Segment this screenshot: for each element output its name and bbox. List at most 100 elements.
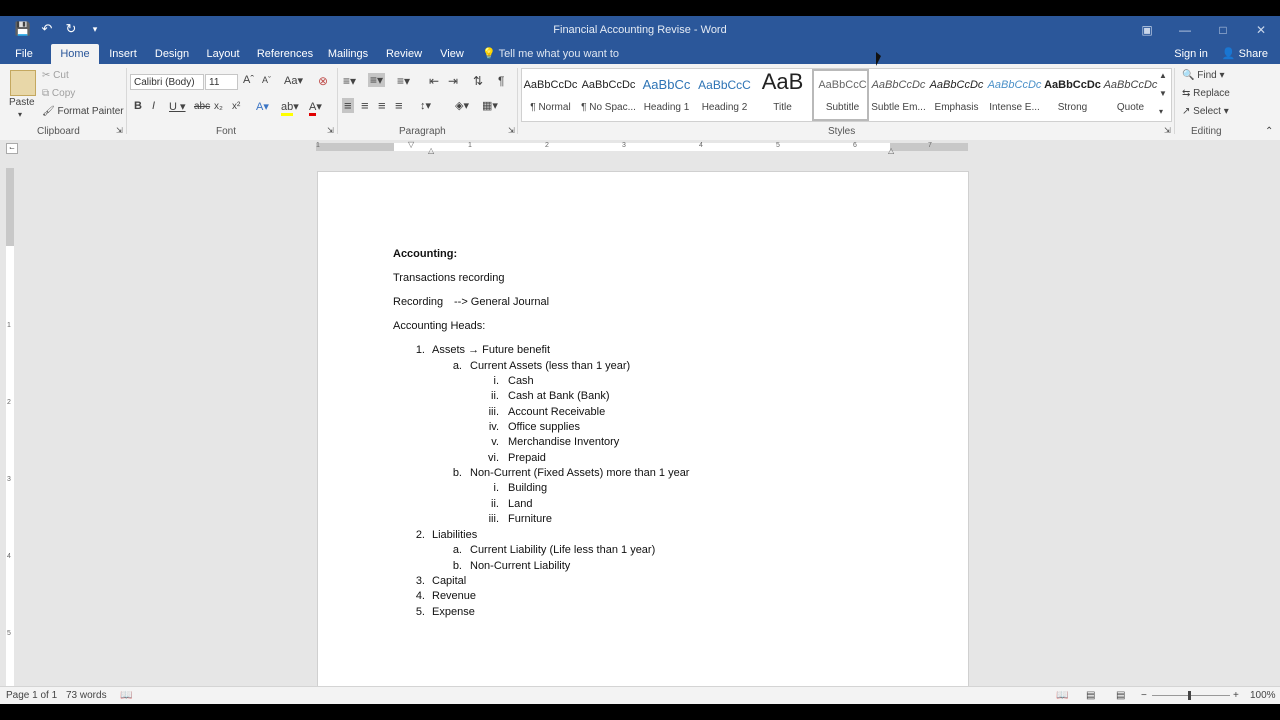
- tab-mailings[interactable]: Mailings: [324, 44, 372, 64]
- subscript-icon[interactable]: x₂: [214, 101, 223, 112]
- bullets-icon[interactable]: ≡▾: [343, 74, 356, 88]
- proofing-icon[interactable]: 📖: [120, 690, 132, 701]
- list-item: Office supplies: [508, 421, 580, 433]
- shrink-font-icon[interactable]: Aˇ: [262, 75, 271, 85]
- ruler-label: 1: [7, 322, 11, 329]
- increase-indent-icon[interactable]: ⇥: [448, 74, 458, 88]
- tab-insert[interactable]: Insert: [104, 44, 142, 64]
- bold-icon[interactable]: B: [134, 100, 142, 112]
- style-normal[interactable]: AaBbCcDc ¶ Normal: [522, 69, 579, 121]
- line-spacing-icon[interactable]: ↕▾: [420, 99, 431, 112]
- multilevel-list-icon[interactable]: ≡▾: [397, 74, 410, 88]
- format-painter-button[interactable]: 🖌 Format Painter: [42, 106, 124, 117]
- tab-design[interactable]: Design: [150, 44, 194, 64]
- align-left-icon[interactable]: ≡: [342, 98, 354, 113]
- zoom-slider[interactable]: [1152, 695, 1230, 696]
- ribbon-display-options-icon[interactable]: ▣: [1128, 16, 1166, 44]
- align-right-icon[interactable]: ≡: [378, 98, 386, 113]
- zoom-level[interactable]: 100%: [1250, 690, 1276, 701]
- sort-icon[interactable]: ⇅: [473, 74, 483, 88]
- underline-icon[interactable]: U ▾: [169, 100, 186, 113]
- vertical-ruler[interactable]: 1 2 3 4 5: [6, 168, 14, 686]
- tab-selector-icon[interactable]: ⌙: [6, 143, 18, 154]
- shading-icon[interactable]: ◈▾: [455, 99, 469, 112]
- web-layout-icon[interactable]: ▤: [1116, 690, 1125, 701]
- tab-layout[interactable]: Layout: [202, 44, 244, 64]
- font-color-icon[interactable]: A▾: [309, 100, 322, 116]
- font-name-box[interactable]: Calibri (Body): [130, 74, 204, 90]
- grow-font-icon[interactable]: Aˆ: [243, 74, 254, 86]
- replace-button[interactable]: ⇆ Replace: [1182, 88, 1230, 99]
- styles-more-icon[interactable]: ▾: [1159, 107, 1163, 116]
- strikethrough-icon[interactable]: abc: [194, 101, 210, 112]
- tab-view[interactable]: View: [436, 44, 468, 64]
- right-indent-marker[interactable]: △: [888, 146, 894, 155]
- style-heading-2[interactable]: AaBbCcC Heading 2: [696, 69, 753, 121]
- style-name: Subtitle: [825, 102, 860, 113]
- highlight-icon[interactable]: ab▾: [281, 100, 299, 116]
- style-subtle-emphasis[interactable]: AaBbCcDc Subtle Em...: [870, 69, 927, 121]
- style-no-spacing[interactable]: AaBbCcDc ¶ No Spac...: [580, 69, 637, 121]
- borders-icon[interactable]: ▦▾: [482, 99, 498, 112]
- select-button[interactable]: ↗ Select ▾: [1182, 106, 1229, 117]
- status-bar: Page 1 of 1 73 words 📖 📖 ▤ ▤ − + 100%: [0, 686, 1280, 705]
- zoom-out-icon[interactable]: −: [1141, 690, 1147, 701]
- style-subtitle[interactable]: AaBbCcC Subtitle: [812, 69, 869, 121]
- share-button[interactable]: 👤 Share: [1222, 44, 1268, 64]
- tab-references[interactable]: References: [254, 44, 316, 64]
- align-center-icon[interactable]: ≡: [361, 98, 369, 113]
- superscript-icon[interactable]: x²: [232, 101, 240, 112]
- paste-button[interactable]: Paste: [9, 97, 35, 108]
- styles-launcher-icon[interactable]: ⇲: [1164, 126, 1171, 135]
- page-count[interactable]: Page 1 of 1: [6, 690, 57, 701]
- justify-icon[interactable]: ≡: [395, 98, 403, 113]
- list-marker: a.: [452, 544, 462, 556]
- close-icon[interactable]: ✕: [1242, 16, 1280, 44]
- collapse-ribbon-icon[interactable]: ⌃: [1265, 126, 1273, 137]
- style-name: Strong: [1057, 102, 1088, 113]
- change-case-icon[interactable]: Aa▾: [284, 74, 303, 87]
- paste-dropdown-icon[interactable]: ▾: [18, 110, 22, 119]
- tell-me-box[interactable]: 💡 Tell me what you want to do...: [482, 44, 632, 80]
- style-emphasis[interactable]: AaBbCcDc Emphasis: [928, 69, 985, 121]
- sign-in-link[interactable]: Sign in: [1174, 44, 1208, 64]
- styles-scroll-up-icon[interactable]: ▲: [1159, 71, 1167, 80]
- zoom-slider-thumb[interactable]: [1188, 691, 1191, 700]
- hanging-indent-marker[interactable]: △: [428, 146, 434, 155]
- style-heading-1[interactable]: AaBbCc Heading 1: [638, 69, 695, 121]
- show-marks-icon[interactable]: ¶: [498, 74, 504, 88]
- style-name: Heading 2: [701, 102, 748, 113]
- share-label: Share: [1238, 48, 1268, 60]
- minimize-icon[interactable]: —: [1166, 16, 1204, 44]
- styles-scroll-down-icon[interactable]: ▼: [1159, 89, 1167, 98]
- font-size-box[interactable]: 11: [205, 74, 238, 90]
- clipboard-launcher-icon[interactable]: ⇲: [116, 126, 123, 135]
- paragraph-launcher-icon[interactable]: ⇲: [508, 126, 515, 135]
- read-mode-icon[interactable]: 📖: [1056, 690, 1068, 701]
- text-effects-icon[interactable]: A▾: [256, 100, 269, 113]
- clear-formatting-icon[interactable]: ⊗: [318, 74, 328, 88]
- list-marker: v.: [491, 436, 499, 448]
- italic-icon[interactable]: I: [152, 100, 155, 112]
- first-line-indent-marker[interactable]: ▽: [408, 140, 414, 149]
- copy-button[interactable]: ⧉ Copy: [42, 88, 75, 99]
- style-strong[interactable]: AaBbCcDc Strong: [1044, 69, 1101, 121]
- paste-clipboard-icon[interactable]: [10, 70, 36, 96]
- font-launcher-icon[interactable]: ⇲: [327, 126, 334, 135]
- tab-home[interactable]: Home: [51, 44, 99, 64]
- tab-file[interactable]: File: [6, 44, 42, 64]
- find-button[interactable]: 🔍 Find ▾: [1182, 70, 1225, 81]
- decrease-indent-icon[interactable]: ⇤: [429, 74, 439, 88]
- maximize-icon[interactable]: □: [1204, 16, 1242, 44]
- print-layout-icon[interactable]: ▤: [1086, 690, 1095, 701]
- doc-paragraph: Recording: [393, 296, 444, 308]
- style-title[interactable]: AaB Title: [754, 69, 811, 121]
- horizontal-ruler[interactable]: 1 1 2 3 4 5 6 7 ▽ △ △: [316, 140, 968, 155]
- zoom-in-icon[interactable]: +: [1233, 690, 1239, 701]
- style-intense-emphasis[interactable]: AaBbCcDc Intense E...: [986, 69, 1043, 121]
- numbering-icon[interactable]: ≡▾: [368, 73, 386, 87]
- tab-review[interactable]: Review: [382, 44, 426, 64]
- style-quote[interactable]: AaBbCcDc Quote: [1102, 69, 1159, 121]
- word-count[interactable]: 73 words: [66, 690, 107, 701]
- cut-button[interactable]: ✂ Cut: [42, 70, 69, 81]
